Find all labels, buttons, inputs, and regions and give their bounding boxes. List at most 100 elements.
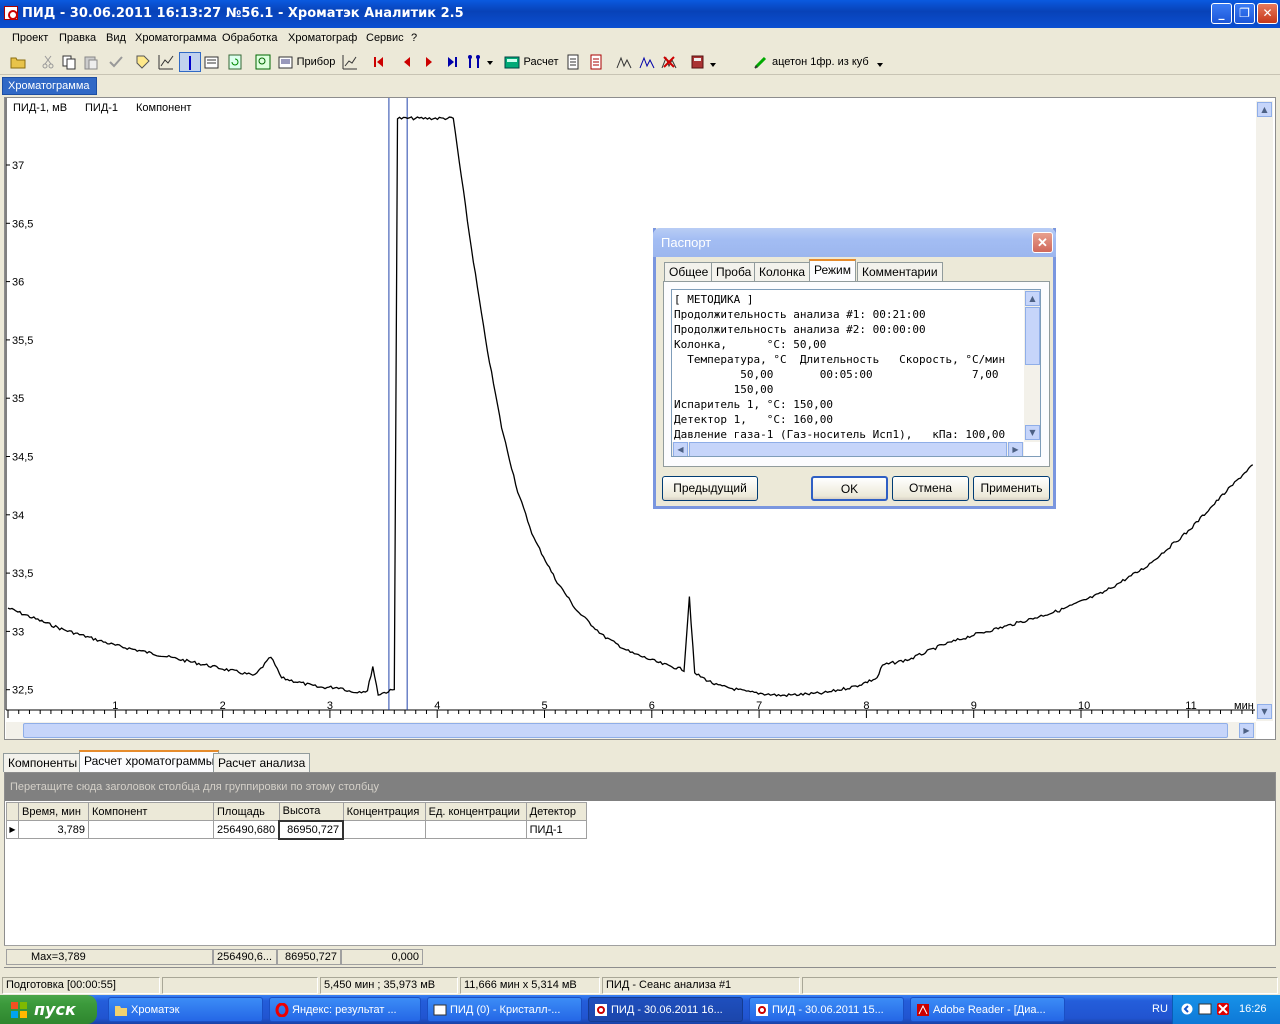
group-by-hint[interactable]: Перетащите сюда заголовок столбца для гр…: [5, 773, 1275, 801]
delete-peaks-icon[interactable]: [661, 54, 677, 70]
calc-button[interactable]: Расчет: [521, 52, 561, 72]
task-pid-crystal[interactable]: ПИД (0) - Кристалл-...: [427, 997, 582, 1022]
menu-chromatograph[interactable]: Хроматограф: [288, 32, 357, 44]
instrument-icon[interactable]: [278, 54, 294, 70]
restore-button[interactable]: ❐: [1234, 3, 1255, 24]
tab-chromatogram[interactable]: Хроматограмма: [2, 77, 97, 95]
menu-view[interactable]: Вид: [106, 32, 126, 44]
library-icon[interactable]: [690, 54, 706, 70]
language-indicator[interactable]: RU: [1152, 1003, 1168, 1015]
col-detector[interactable]: Детектор: [525, 802, 587, 821]
menu-processing[interactable]: Обработка: [222, 32, 277, 44]
scroll-up-button[interactable]: ▲: [1257, 102, 1272, 117]
task-pid-other[interactable]: ПИД - 30.06.2011 15...: [749, 997, 904, 1022]
cancel-button[interactable]: Отмена: [892, 476, 969, 501]
paste-icon[interactable]: [83, 54, 99, 70]
marker-tool-button[interactable]: [179, 52, 201, 72]
apply-button[interactable]: Применить: [973, 476, 1050, 501]
menu-chromatogram[interactable]: Хроматограмма: [135, 32, 217, 44]
next-icon[interactable]: [421, 54, 437, 70]
col-concentration[interactable]: Концентрация: [342, 802, 426, 821]
ok-button[interactable]: OK: [811, 476, 888, 501]
close-button[interactable]: ✕: [1257, 3, 1278, 24]
cell-conc-unit[interactable]: [424, 820, 527, 839]
col-time[interactable]: Время, мин: [18, 802, 89, 821]
text-scroll-thumb[interactable]: [1025, 307, 1040, 365]
integration-blue-icon[interactable]: [639, 54, 655, 70]
text-hscroll-thumb[interactable]: [689, 442, 1007, 456]
menu-project[interactable]: Проект: [12, 32, 48, 44]
zoom-icon[interactable]: [255, 54, 271, 70]
prev-icon[interactable]: [399, 54, 415, 70]
cell-height[interactable]: 86950,727: [278, 819, 345, 840]
method-icon[interactable]: [753, 54, 769, 70]
tag-icon[interactable]: [135, 54, 151, 70]
cut-icon[interactable]: [40, 54, 56, 70]
method-selector[interactable]: ацетон 1фр. из куб: [772, 52, 876, 72]
menu-edit[interactable]: Правка: [59, 32, 96, 44]
col-conc-unit[interactable]: Ед. концентрации: [424, 802, 527, 821]
text-scroll-down-button[interactable]: ▼: [1025, 425, 1040, 440]
cell-time[interactable]: 3,789: [18, 820, 89, 839]
calc-icon[interactable]: [504, 54, 520, 70]
copy-icon[interactable]: [61, 54, 77, 70]
col-height[interactable]: Высота: [278, 802, 344, 821]
method-text-area[interactable]: [ МЕТОДИКА ] Продолжительность анализа #…: [671, 289, 1041, 457]
text-horizontal-scrollbar[interactable]: ◀ ▶: [672, 442, 1024, 456]
tray-antivirus-icon[interactable]: [1216, 1002, 1230, 1016]
cell-detector[interactable]: ПИД-1: [525, 820, 587, 839]
tab-analysis-calc[interactable]: Расчет анализа: [213, 753, 311, 772]
instrument-button[interactable]: Прибор: [296, 52, 336, 72]
chart-plot[interactable]: 3736,53635,53534,53433,53332,51 2 3 4 5 6 7 8 9 1…: [5, 98, 1255, 723]
tab-column[interactable]: Колонка: [754, 262, 811, 281]
last-icon[interactable]: [444, 54, 460, 70]
scroll-thumb[interactable]: [23, 723, 1228, 738]
previous-button[interactable]: Предыдущий: [662, 476, 758, 501]
report-icon[interactable]: [565, 54, 581, 70]
task-yandex[interactable]: Яндекс: результат ...: [269, 997, 421, 1022]
dialog-close-button[interactable]: ✕: [1032, 232, 1053, 253]
properties-icon[interactable]: [204, 54, 220, 70]
integration-icon[interactable]: [616, 54, 632, 70]
cell-component[interactable]: [88, 820, 214, 839]
peaks-icon[interactable]: [467, 54, 483, 70]
task-chromatek[interactable]: Хроматэк: [108, 997, 263, 1022]
tray-arrow-icon[interactable]: [1181, 1003, 1193, 1015]
task-pid-active[interactable]: ПИД - 30.06.2011 16...: [588, 997, 743, 1022]
task-adobe-reader[interactable]: Adobe Reader - [Диа...: [910, 997, 1065, 1022]
col-component[interactable]: Компонент: [88, 802, 214, 821]
text-scroll-up-button[interactable]: ▲: [1025, 291, 1040, 306]
scroll-down-button[interactable]: ▼: [1257, 704, 1272, 719]
tab-sample[interactable]: Проба: [711, 262, 757, 281]
chart-edit-icon[interactable]: [342, 54, 358, 70]
dropdown-arrow-icon[interactable]: [486, 54, 494, 70]
check-icon[interactable]: [108, 54, 124, 70]
chart-vertical-scrollbar[interactable]: ▲ ▼: [1256, 101, 1273, 721]
tab-chromatogram-calc[interactable]: Расчет хроматограммы: [79, 750, 220, 772]
chromatogram-chart[interactable]: ПИД-1, мВ ПИД-1 Компонент 37 36,5 36 35,5 35…: [4, 97, 1276, 740]
minimize-button[interactable]: _: [1211, 3, 1232, 24]
library-dropdown-icon[interactable]: [709, 54, 717, 70]
col-area[interactable]: Площадь: [213, 802, 280, 821]
menu-service[interactable]: Сервис: [366, 32, 404, 44]
open-folder-icon[interactable]: [10, 54, 26, 70]
baseline-icon[interactable]: [158, 54, 174, 70]
tab-components[interactable]: Компоненты: [3, 753, 83, 772]
tab-comments[interactable]: Комментарии: [857, 262, 943, 281]
text-vertical-scrollbar[interactable]: ▲ ▼: [1024, 290, 1040, 442]
tab-mode[interactable]: Режим: [809, 259, 856, 282]
cell-concentration[interactable]: [342, 820, 426, 839]
tray-window-icon[interactable]: [1198, 1002, 1212, 1016]
method-dropdown-icon[interactable]: [876, 54, 884, 70]
chart-horizontal-scrollbar[interactable]: ▶: [6, 722, 1256, 739]
scroll-right-button[interactable]: ▶: [1239, 723, 1254, 738]
start-button[interactable]: пуск: [0, 995, 97, 1024]
text-scroll-left-button[interactable]: ◀: [673, 442, 688, 456]
report-red-icon[interactable]: [588, 54, 604, 70]
tab-general[interactable]: Общее: [664, 262, 714, 281]
first-icon[interactable]: [371, 54, 387, 70]
table-row[interactable]: ▶ 3,789 256490,680 86950,727 ПИД-1: [6, 819, 587, 840]
menu-help[interactable]: ?: [411, 32, 417, 44]
refresh-icon[interactable]: [227, 54, 243, 70]
cell-area[interactable]: 256490,680: [213, 820, 280, 839]
